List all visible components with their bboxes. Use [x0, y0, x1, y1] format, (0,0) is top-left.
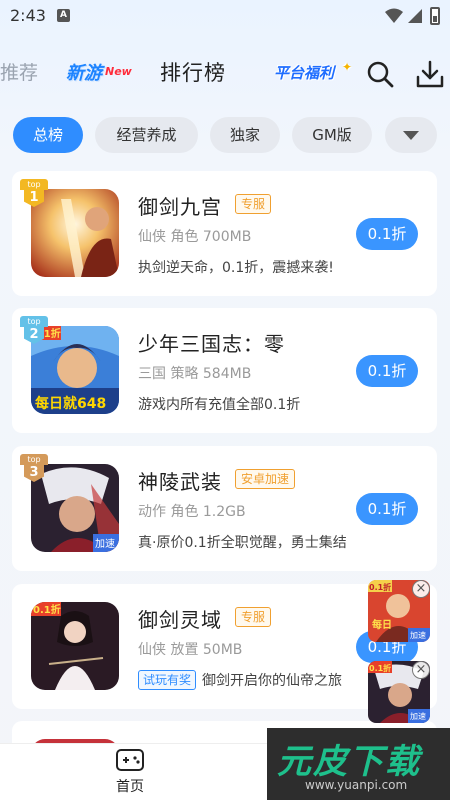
- thumb-corner-label: 加速: [95, 538, 115, 550]
- notification-icon: A: [57, 9, 70, 22]
- game-tag: 专服: [235, 607, 272, 627]
- watermark-title: 元皮下载: [277, 742, 421, 782]
- chip-all[interactable]: 总榜: [13, 117, 83, 153]
- game-desc: 真·原价0.1折全职觉醒，勇士集结: [138, 535, 347, 551]
- search-icon[interactable]: [366, 60, 394, 88]
- rank-number: 2: [24, 326, 44, 344]
- thumb-banner-label: 每日就648: [35, 395, 106, 412]
- ad-badge-label: 加速: [410, 711, 426, 721]
- ad-corner-label: 0.1折: [369, 663, 391, 673]
- tab-ranking[interactable]: 排行榜: [160, 48, 226, 98]
- watermark: 元皮下载 www.yuanpi.com: [267, 728, 450, 800]
- tab-new-games-badge: New: [105, 65, 132, 78]
- game-title: 少年三国志：零: [138, 332, 285, 356]
- rank-top-label: top: [20, 179, 48, 190]
- rank-number: 3: [24, 464, 44, 482]
- game-card[interactable]: top 1 御剑九宫 专服 仙侠 角色 700MB 执剑逆天命，0.1折，震撼来…: [12, 171, 437, 296]
- game-tag: 专服: [235, 194, 272, 214]
- tab-new-games-label: 新游: [66, 63, 102, 84]
- game-meta: 仙侠 角色 700MB: [138, 229, 252, 245]
- game-tag: 安卓加速: [235, 469, 296, 489]
- rank-badge: top 2: [20, 316, 48, 346]
- trial-reward-tag: 试玩有奖: [138, 670, 197, 690]
- close-icon[interactable]: ×: [412, 661, 430, 679]
- close-icon[interactable]: ×: [412, 580, 430, 598]
- gamepad-icon: [116, 749, 144, 771]
- game-desc: 游戏内所有充值全部0.1折: [138, 397, 301, 413]
- category-chips: 总榜 经营养成 独家 GM版: [0, 117, 450, 153]
- more-categories-button[interactable]: [385, 117, 437, 153]
- tab-new-games[interactable]: 新游 New: [66, 48, 138, 98]
- discount-button[interactable]: 0.1折: [356, 493, 418, 525]
- floating-ad[interactable]: 0.1折 每日 加速 ×: [368, 580, 430, 642]
- rank-badge: top 3: [20, 454, 48, 484]
- chip-management[interactable]: 经营养成: [95, 117, 198, 153]
- game-card[interactable]: 加速 top 3 神陵武装 安卓加速 动作 角色 1.2GB 真·原价0.1折全…: [12, 446, 437, 571]
- ad-corner-label: 0.1折: [369, 582, 391, 592]
- ad-badge-label: 加速: [410, 630, 426, 640]
- game-meta: 仙侠 放置 50MB: [138, 642, 243, 658]
- tab-home-label: 首页: [116, 779, 144, 795]
- game-card[interactable]: 0.1折 每日就648 top 2 少年三国志：零 三国 策略 584MB 游戏…: [12, 308, 437, 433]
- ad-banner-label: 每日: [372, 618, 392, 631]
- chip-gm[interactable]: GM版: [292, 117, 372, 153]
- rank-number: 1: [24, 189, 44, 207]
- chip-exclusive[interactable]: 独家: [210, 117, 280, 153]
- watermark-url: www.yuanpi.com: [305, 778, 408, 792]
- wifi-icon: [385, 8, 403, 23]
- game-title: 御剑灵域: [138, 608, 222, 632]
- game-desc: 执剑逆天命，0.1折，震撼来袭!: [138, 260, 334, 276]
- tab-recommend[interactable]: 推荐: [0, 48, 46, 98]
- rank-top-label: top: [20, 316, 48, 327]
- game-title: 御剑九宫: [138, 195, 222, 219]
- game-title: 神陵武装: [138, 470, 222, 494]
- floating-ad[interactable]: 0.1折 加速 ×: [368, 661, 430, 723]
- game-meta: 动作 角色 1.2GB: [138, 504, 246, 520]
- game-meta: 三国 策略 584MB: [138, 366, 252, 382]
- discount-button[interactable]: 0.1折: [356, 218, 418, 250]
- sparkle-icon: ✦: [341, 60, 352, 74]
- tab-welfare-label: 平台福利: [273, 64, 334, 82]
- rank-badge: top 1: [20, 179, 48, 209]
- status-time: 2:43: [10, 6, 46, 25]
- battery-icon: [430, 7, 440, 25]
- signal-icon: [408, 9, 422, 23]
- rank-top-label: top: [20, 454, 48, 465]
- tab-home[interactable]: 首页: [100, 744, 160, 800]
- chevron-down-icon: [403, 131, 419, 140]
- game-desc: 御剑开启你的仙帝之旅: [202, 673, 342, 689]
- download-icon[interactable]: [416, 60, 444, 88]
- status-bar: 2:43 A: [0, 0, 450, 32]
- tab-welfare[interactable]: 平台福利 ✦: [258, 60, 352, 86]
- discount-button[interactable]: 0.1折: [356, 355, 418, 387]
- thumb-corner-label: 0.1折: [33, 603, 61, 616]
- game-thumbnail[interactable]: 0.1折: [31, 602, 119, 690]
